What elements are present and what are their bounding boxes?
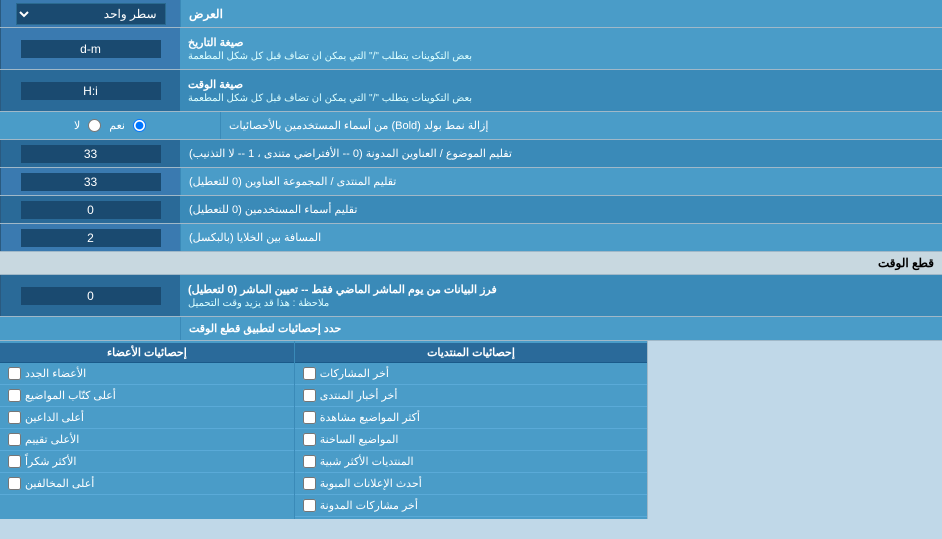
checkbox-classifieds-input[interactable] [303,477,316,490]
checkbox-forum-news: أخر أخبار المنتدى [295,385,648,407]
checkbox-most-thanked-input[interactable] [8,455,21,468]
checkbox-top-violators: أعلى المخالفين [0,473,294,495]
checkbox-new-members-input[interactable] [8,367,21,380]
checkbox-top-writers: أعلى كتّاب المواضيع [0,385,294,407]
stats-apply-label: حدد إحصائيات لتطبيق قطع الوقت [180,317,942,340]
bold-no-radio[interactable] [88,119,101,132]
col1-header: إحصائيات الأعضاء [0,343,294,363]
checkbox-top-writers-input[interactable] [8,389,21,402]
forum-titles-input[interactable] [21,173,161,191]
bold-remove-label: إزالة نمط بولد (Bold) من أسماء المستخدمي… [220,112,942,139]
checkbox-blog-posts: أخر مشاركات المدونة [295,495,648,517]
checkbox-most-thanked: الأكثر شكراً [0,451,294,473]
cell-spacing-input-cell [0,224,180,251]
bold-yes-radio[interactable] [133,119,146,132]
cell-spacing-input[interactable] [21,229,161,247]
page-title: العرض [180,0,942,27]
checkbox-popular-forums-input[interactable] [303,455,316,468]
display-select[interactable]: سطر واحد سطرين ثلاثة أسطر [16,3,166,25]
checkboxes-section: إحصائيات المنتديات أخر المشاركات أخر أخب… [0,341,942,519]
checkbox-last-posts: أخر المشاركات [295,363,648,385]
checkbox-most-viewed-input[interactable] [303,411,316,424]
checkbox-forum-news-input[interactable] [303,389,316,402]
time-cut-input-cell [0,275,180,316]
checkbox-hot-topics-input[interactable] [303,433,316,446]
usernames-input-cell [0,196,180,223]
checkbox-top-violators-input[interactable] [8,477,21,490]
checkbox-hot-topics: المواضيع الساخنة [295,429,648,451]
checkbox-classifieds: أحدث الإعلانات المبوبة [295,473,648,495]
checkbox-top-rated: الأعلى تقييم [0,429,294,451]
col2-header: إحصائيات المنتديات [295,343,648,363]
time-format-label: صيغة الوقت بعض التكوينات يتطلب "/" التي … [180,70,942,111]
topic-titles-label: تقليم الموضوع / العناوين المدونة (0 -- ا… [180,140,942,167]
usernames-label: تقليم أسماء المستخدمين (0 للتعطيل) [180,196,942,223]
checkbox-top-inviters-input[interactable] [8,411,21,424]
forum-titles-input-cell [0,168,180,195]
checkbox-most-viewed: أكثر المواضيع مشاهدة [295,407,648,429]
checkbox-last-posts-input[interactable] [303,367,316,380]
checkbox-top-inviters: أعلى الداعين [0,407,294,429]
time-format-input[interactable] [21,82,161,100]
topic-titles-input[interactable] [21,145,161,163]
time-cut-input[interactable] [21,287,161,305]
checkbox-blog-posts-input[interactable] [303,499,316,512]
time-format-input-cell [0,70,180,111]
date-format-label: صيغة التاريخ بعض التكوينات يتطلب "/" الت… [180,28,942,69]
date-format-input[interactable] [21,40,161,58]
time-cut-label: فرز البيانات من يوم الماشر الماضي فقط --… [180,275,942,316]
checkbox-popular-forums: المنتديات الأكثر شبية [295,451,648,473]
date-format-input-cell [0,28,180,69]
time-cut-header: قطع الوقت [0,252,942,275]
checkbox-top-rated-input[interactable] [8,433,21,446]
usernames-input[interactable] [21,201,161,219]
bold-remove-radio: نعم لا [0,112,220,139]
checkbox-new-members: الأعضاء الجدد [0,363,294,385]
cell-spacing-label: المسافة بين الخلايا (بالبكسل) [180,224,942,251]
forum-titles-label: تقليم المنتدى / المجموعة العناوين (0 للت… [180,168,942,195]
bold-yes-label: نعم [109,119,125,132]
bold-no-label: لا [74,119,80,132]
topic-titles-input-cell [0,140,180,167]
